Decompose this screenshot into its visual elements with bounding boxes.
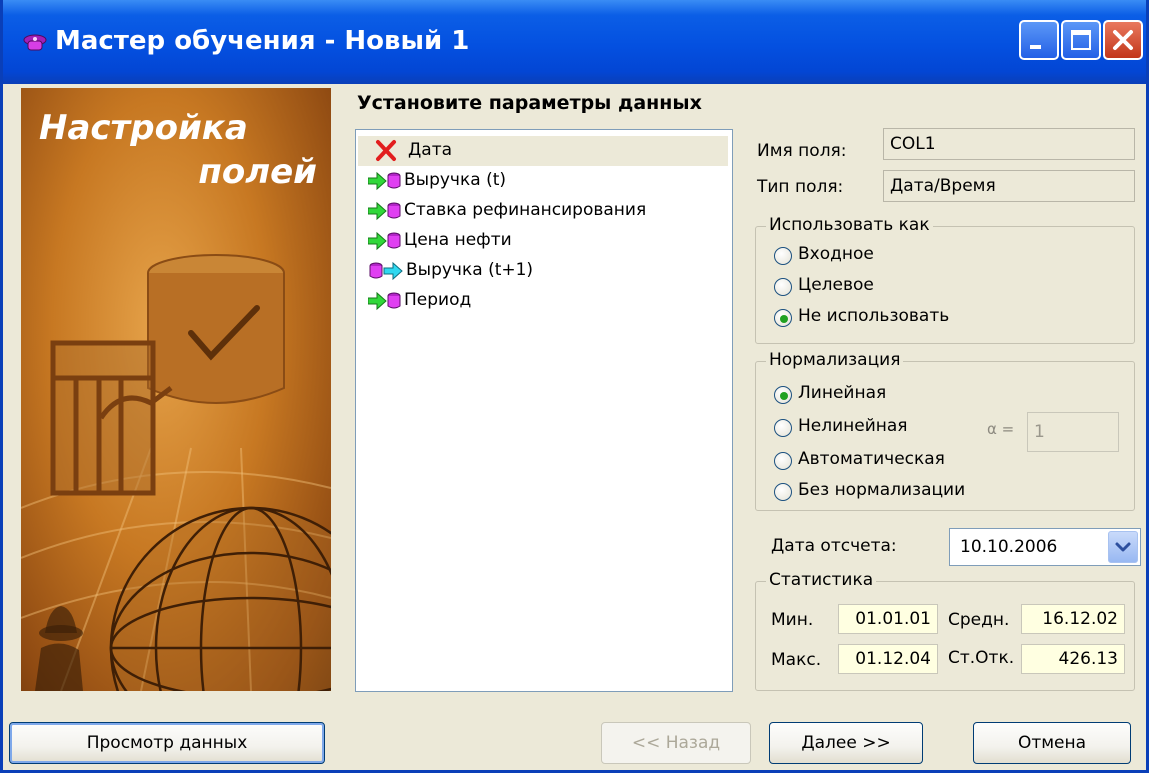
wizard-window: Мастер обучения - Новый 1 Настройка поле… (0, 0, 1149, 773)
cancel-button[interactable]: Отмена (973, 722, 1131, 764)
minimize-icon (1030, 45, 1041, 49)
radio-circle (774, 247, 792, 265)
stat-max-value: 01.12.04 (838, 644, 938, 674)
use-as-title: Использовать как (766, 215, 933, 235)
field-item-label: Выручка (t) (404, 170, 506, 190)
back-button[interactable]: << Назад (601, 722, 751, 764)
radio-label: Автоматическая (798, 449, 945, 469)
close-icon (1113, 30, 1133, 50)
stat-mean-label: Средн. (948, 610, 1010, 630)
field-item-revenue-target[interactable]: Выручка (t+1) (358, 256, 728, 286)
title-bar[interactable]: Мастер обучения - Новый 1 (3, 0, 1146, 84)
radio-circle (774, 309, 792, 327)
radio-label: Входное (798, 244, 874, 264)
preview-data-button[interactable]: Просмотр данных (9, 722, 325, 764)
statistics-group: Статистика (755, 570, 1135, 691)
field-item-refinancing-rate[interactable]: Ставка рефинансирования (358, 196, 728, 226)
radio-label: Целевое (798, 275, 874, 295)
field-type-value: Дата/Время (883, 170, 1135, 202)
radio-label: Линейная (798, 383, 887, 403)
stat-std-label: Ст.Отк. (948, 648, 1015, 668)
field-item-period[interactable]: Период (358, 286, 728, 316)
stat-mean-value: 16.12.02 (1021, 604, 1125, 634)
radio-circle (774, 483, 792, 501)
field-list[interactable]: Дата Выручка (t) Ставка рефинансирования (355, 129, 733, 692)
radio-circle (774, 278, 792, 296)
radio-circle (774, 386, 792, 404)
radio-label: Не использовать (798, 306, 950, 326)
field-type-label: Тип поля: (757, 177, 844, 197)
field-name-label: Имя поля: (757, 141, 847, 161)
radio-label: Без нормализации (798, 480, 966, 500)
cap-icon (23, 34, 47, 51)
stat-std-value: 426.13 (1021, 644, 1125, 674)
maximize-button[interactable] (1061, 20, 1101, 60)
field-item-label: Дата (408, 140, 453, 160)
radio-circle (774, 452, 792, 470)
alpha-label: α = (987, 420, 1015, 438)
banner-title-line2: полей (198, 152, 317, 192)
field-item-label: Ставка рефинансирования (404, 200, 647, 220)
field-item-date[interactable]: Дата (358, 136, 728, 166)
minimize-button[interactable] (1019, 20, 1059, 60)
stat-min-label: Мин. (771, 610, 814, 630)
ref-date-label: Дата отсчета: (771, 536, 897, 556)
radio-circle (774, 419, 792, 437)
stat-max-label: Макс. (771, 650, 822, 670)
close-button[interactable] (1103, 20, 1143, 60)
field-item-label: Период (404, 290, 472, 310)
maximize-icon (1071, 30, 1091, 50)
field-name-value: COL1 (883, 128, 1135, 160)
radio-selected-dot (780, 315, 788, 323)
alpha-input[interactable]: 1 (1027, 412, 1119, 452)
use-as-group: Использовать как Входное Целевое Не испо… (755, 215, 1135, 344)
step-heading: Установите параметры данных (357, 92, 702, 114)
chevron-down-icon (1115, 542, 1131, 552)
wizard-banner: Настройка полей (21, 88, 331, 691)
field-item-label: Цена нефти (404, 230, 512, 250)
radio-label: Нелинейная (798, 416, 908, 436)
next-button[interactable]: Далее >> (769, 722, 923, 764)
stat-min-value: 01.01.01 (838, 604, 938, 634)
ref-date-dropdown-button[interactable] (1108, 531, 1138, 563)
field-item-revenue[interactable]: Выручка (t) (358, 166, 728, 196)
radio-selected-dot (780, 392, 788, 400)
statistics-title: Статистика (766, 570, 877, 590)
window-title: Мастер обучения - Новый 1 (55, 26, 470, 56)
normalization-title: Нормализация (766, 350, 904, 370)
ref-date-value: 10.10.2006 (960, 537, 1058, 557)
field-item-label: Выручка (t+1) (406, 260, 534, 280)
field-item-oil-price[interactable]: Цена нефти (358, 226, 728, 256)
ref-date-combo[interactable]: 10.10.2006 (949, 528, 1141, 566)
banner-title-line1: Настройка (39, 108, 248, 148)
